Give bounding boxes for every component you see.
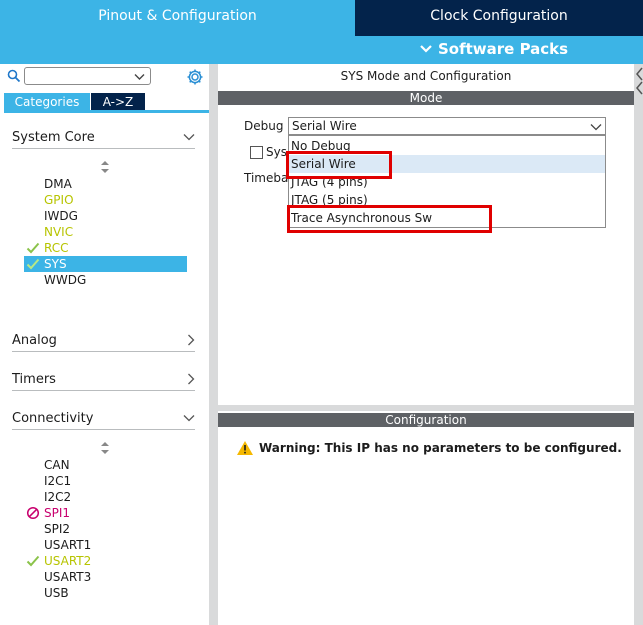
- panel-splitter[interactable]: [218, 405, 634, 411]
- item-label: CAN: [44, 458, 70, 472]
- annotation-box: [286, 151, 392, 179]
- warning-text: Warning: This IP has no parameters to be…: [259, 441, 622, 455]
- chevron-down-icon: [183, 133, 195, 141]
- sys-checkbox[interactable]: [250, 146, 263, 159]
- group-label: Analog: [12, 332, 57, 348]
- item-label: WWDG: [44, 273, 87, 287]
- tab-underline: [4, 110, 209, 113]
- debug-label: Debug: [244, 119, 284, 133]
- sys-checkbox-label: Sys: [266, 145, 287, 159]
- item-label: SPI2: [44, 522, 71, 536]
- item-label: USART2: [44, 554, 92, 568]
- item-label: I2C2: [44, 490, 72, 504]
- list-item-usb[interactable]: USB: [24, 585, 187, 601]
- tab-clock-configuration[interactable]: Clock Configuration: [355, 0, 643, 36]
- list-item-usart3[interactable]: USART3: [24, 569, 187, 585]
- chevron-down-icon: [420, 40, 432, 58]
- item-label: USART1: [44, 538, 92, 552]
- chevron-down-icon: [183, 414, 195, 422]
- right-scrollbar[interactable]: [634, 64, 643, 625]
- software-packs-label: Software Packs: [438, 40, 569, 58]
- debug-select[interactable]: Serial Wire: [288, 117, 606, 135]
- configuration-section-header: Configuration: [218, 413, 634, 427]
- item-label: RCC: [44, 241, 69, 255]
- sort-icon[interactable]: [99, 160, 111, 174]
- item-label: SPI1: [44, 506, 71, 520]
- group-label: System Core: [12, 129, 95, 145]
- search-icon: [7, 69, 21, 83]
- checkmark-icon: [26, 241, 40, 255]
- list-item-i2c1[interactable]: I2C1: [24, 473, 187, 489]
- panel-title: SYS Mode and Configuration: [340, 69, 512, 83]
- search-input[interactable]: [24, 67, 151, 85]
- item-label: DMA: [44, 177, 72, 191]
- chevron-right-icon: [187, 373, 195, 385]
- item-label: I2C1: [44, 474, 72, 488]
- list-item-gpio[interactable]: GPIO: [24, 192, 187, 208]
- configuration-panel: [218, 427, 634, 625]
- group-timers[interactable]: Timers: [12, 368, 195, 391]
- checkmark-icon: [26, 257, 40, 271]
- chevron-down-icon[interactable]: [134, 70, 145, 84]
- gear-icon[interactable]: [186, 68, 204, 86]
- sort-icon[interactable]: [99, 441, 111, 455]
- warning-icon: [236, 440, 254, 456]
- group-analog[interactable]: Analog: [12, 329, 195, 352]
- left-panel-splitter[interactable]: [209, 64, 218, 625]
- annotation-box: [287, 205, 492, 233]
- item-label: GPIO: [44, 193, 74, 207]
- collapse-arrow-icon[interactable]: [636, 66, 643, 99]
- group-label: Connectivity: [12, 410, 94, 426]
- list-item-iwdg[interactable]: IWDG: [24, 208, 187, 224]
- list-item-usart1[interactable]: USART1: [24, 537, 187, 553]
- list-item-wwdg[interactable]: WWDG: [24, 272, 187, 288]
- item-label: IWDG: [44, 209, 78, 223]
- item-label: USB: [44, 586, 69, 600]
- chevron-right-icon: [187, 334, 195, 346]
- item-label: NVIC: [44, 225, 74, 239]
- list-item-usart2[interactable]: USART2: [24, 553, 187, 569]
- group-label: Timers: [12, 371, 56, 387]
- item-label: USART3: [44, 570, 92, 584]
- checkmark-icon: [26, 554, 40, 568]
- item-label: SYS: [44, 257, 67, 271]
- group-connectivity[interactable]: Connectivity: [12, 407, 195, 430]
- list-item-can[interactable]: CAN: [24, 457, 187, 473]
- prohibited-icon: [26, 506, 40, 520]
- tab-a-to-z[interactable]: A->Z: [91, 93, 145, 110]
- software-packs-menu[interactable]: Software Packs: [420, 40, 568, 58]
- mode-panel: [218, 64, 634, 405]
- list-item-i2c2[interactable]: I2C2: [24, 489, 187, 505]
- list-item-dma[interactable]: DMA: [24, 176, 187, 192]
- list-item-spi2[interactable]: SPI2: [24, 521, 187, 537]
- tab-categories[interactable]: Categories: [4, 93, 90, 110]
- list-item-nvic[interactable]: NVIC: [24, 224, 187, 240]
- timebase-label: Timeba: [244, 171, 289, 185]
- list-item-spi1[interactable]: SPI1: [24, 505, 187, 521]
- list-item-sys[interactable]: SYS: [24, 256, 187, 272]
- chevron-down-icon[interactable]: [590, 120, 602, 134]
- tab-pinout-configuration[interactable]: Pinout & Configuration: [0, 0, 355, 36]
- mode-section-header: Mode: [218, 91, 634, 105]
- group-system-core[interactable]: System Core: [12, 126, 195, 149]
- list-item-rcc[interactable]: RCC: [24, 240, 187, 256]
